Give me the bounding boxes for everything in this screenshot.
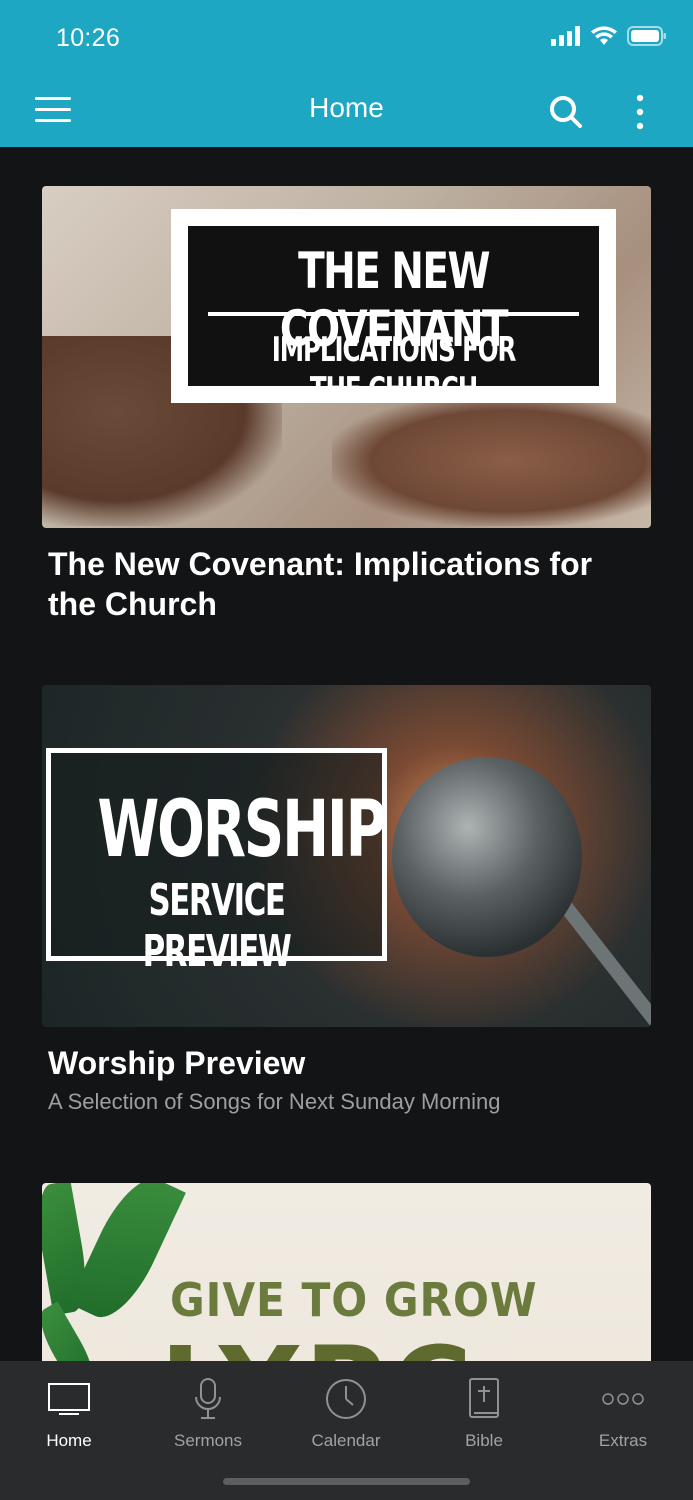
tab-bible[interactable]: Bible	[424, 1375, 544, 1451]
divider	[208, 312, 579, 316]
page-title: Home	[309, 92, 384, 123]
signal-icon	[551, 26, 580, 46]
more-dots-icon	[602, 1393, 644, 1405]
image-subheadline: SERVICE PREVIEW	[142, 875, 292, 977]
card-subtitle: A Selection of Songs for Next Sunday Mor…	[48, 1089, 501, 1114]
wifi-icon	[591, 26, 617, 45]
tab-label: Bible	[465, 1431, 503, 1450]
card-image[interactable]: THE NEW COVENANT IMPLICATIONS FOR THE CH…	[42, 186, 651, 528]
card-image[interactable]: WORSHIP SERVICE PREVIEW	[42, 685, 651, 1027]
bible-icon	[469, 1378, 499, 1418]
leaf-illustration	[68, 1183, 186, 1329]
image-headline: WORSHIP	[97, 785, 386, 875]
card-title[interactable]: The New Covenant: Implications for the C…	[48, 544, 645, 624]
tab-label: Home	[46, 1431, 92, 1450]
image-title-frame: WORSHIP SERVICE PREVIEW	[46, 748, 387, 977]
tab-label: Calendar	[311, 1431, 381, 1450]
clock-icon	[326, 1379, 366, 1419]
home-indicator	[223, 1478, 470, 1485]
status-time: 10:26	[56, 24, 121, 52]
tab-calendar[interactable]: Calendar	[286, 1375, 406, 1451]
image-title-frame: THE NEW COVENANT IMPLICATIONS FOR THE CH…	[171, 209, 616, 410]
feed-card-worship-preview[interactable]: WORSHIP SERVICE PREVIEW Worship Preview …	[42, 685, 651, 1115]
status-icons	[551, 26, 667, 46]
tab-label: Extras	[598, 1431, 648, 1450]
tab-home[interactable]: Home	[9, 1375, 129, 1451]
image-headline: GIVE TO GROW	[170, 1273, 538, 1327]
tab-sermons[interactable]: Sermons	[148, 1375, 268, 1451]
more-options-button[interactable]	[630, 92, 650, 132]
feed-card-give-to-grow[interactable]: GIVE TO GROW LYPC	[42, 1183, 651, 1361]
vertical-dots-icon	[636, 94, 644, 130]
microphone-illustration	[392, 757, 582, 957]
image-subheadline: LYPC	[160, 1323, 478, 1361]
tab-label: Sermons	[173, 1431, 243, 1450]
search-icon	[550, 96, 582, 128]
image-subheadline: IMPLICATIONS FOR THE CHURCH	[271, 330, 517, 410]
home-feed[interactable]: THE NEW COVENANT IMPLICATIONS FOR THE CH…	[0, 147, 693, 1361]
top-bar: 10:26 Home	[0, 0, 693, 147]
feed-card-new-covenant[interactable]: THE NEW COVENANT IMPLICATIONS FOR THE CH…	[42, 186, 651, 624]
hand-illustration	[332, 396, 651, 526]
microphone-icon	[195, 1378, 221, 1419]
tab-extras[interactable]: Extras	[563, 1375, 683, 1451]
search-button[interactable]	[548, 94, 584, 130]
card-image[interactable]: GIVE TO GROW LYPC	[42, 1183, 651, 1361]
tv-icon	[48, 1383, 90, 1415]
battery-icon	[627, 26, 666, 46]
card-title[interactable]: Worship Preview	[48, 1043, 645, 1083]
